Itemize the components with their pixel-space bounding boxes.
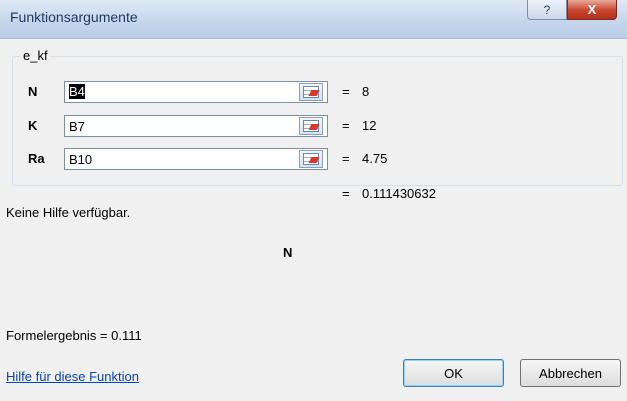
function-result: 0.111430632 [362,186,436,201]
help-icon[interactable]: ? [527,0,567,20]
arg-result-n: 8 [362,84,370,99]
collapse-dialog-icon[interactable] [299,117,323,135]
equals-sign: = [342,84,350,99]
arg-result-k: 12 [362,118,377,133]
arg-label-ra: Ra [28,151,45,166]
window-title: Funktionsargumente [10,9,138,25]
title-bar: Funktionsargumente ? X [0,0,627,39]
arg-input-n[interactable]: B4 [64,81,328,103]
close-icon[interactable]: X [567,0,617,20]
arg-label-k: K [28,118,38,133]
equals-sign: = [342,186,350,201]
function-description: Keine Hilfe verfügbar. [6,205,131,220]
arg-value-n: B4 [69,84,85,99]
arg-input-ra[interactable] [64,148,328,170]
ok-button[interactable]: OK [403,359,504,387]
help-link[interactable]: Hilfe für diese Funktion [6,369,139,384]
formula-result: Formelergebnis = 0.111 [6,328,142,343]
formula-result-value: 0.111 [111,328,142,343]
arg-input-k[interactable] [64,115,328,137]
equals-sign: = [342,151,350,166]
current-argument-name: N [283,245,293,260]
function-name: e_kf [20,48,51,63]
equals-sign: = [342,118,350,133]
arg-label-n: N [28,84,38,99]
collapse-dialog-icon[interactable] [299,150,323,168]
formula-result-label: Formelergebnis = [6,328,108,343]
cancel-button[interactable]: Abbrechen [520,359,621,387]
dialog-body: e_kf N B4 = 8 K = 12 Ra = 4.75 = 0.11143… [0,39,627,401]
collapse-dialog-icon[interactable] [299,83,323,101]
arg-result-ra: 4.75 [362,151,388,166]
